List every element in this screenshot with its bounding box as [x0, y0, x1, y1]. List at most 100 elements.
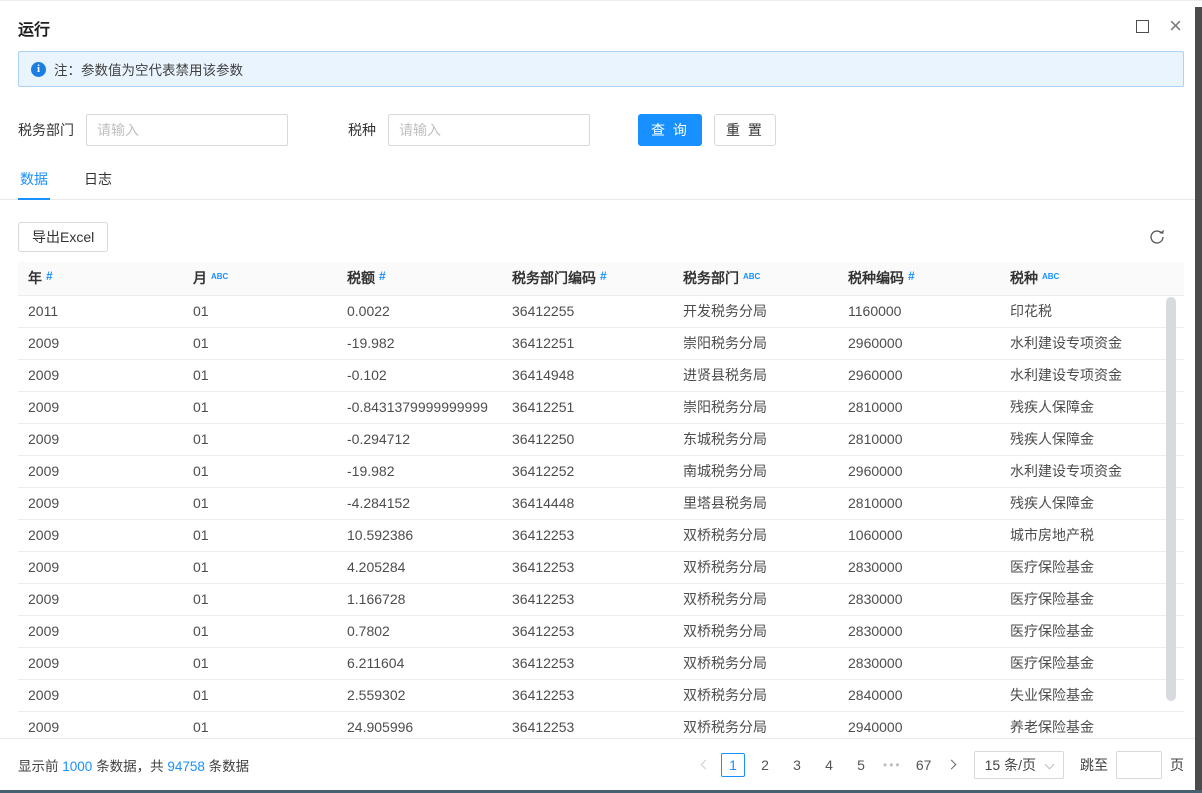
- table-cell: 2011: [18, 295, 193, 327]
- page-button-2[interactable]: 2: [753, 753, 777, 777]
- data-table: 年#月ABC税额#税务部门编码#税务部门ABC税种编码#税种ABC 201101…: [18, 262, 1184, 751]
- table-cell: 2830000: [848, 647, 1010, 679]
- table-cell: 01: [193, 647, 347, 679]
- page-button-1[interactable]: 1: [721, 753, 745, 777]
- table-cell: 36412251: [512, 327, 683, 359]
- column-header[interactable]: 年#: [18, 262, 193, 295]
- table-row: 200901-0.10236414948进贤县税务局2960000水利建设专项资…: [18, 359, 1184, 391]
- tax-department-input[interactable]: [86, 114, 288, 146]
- column-header[interactable]: 月ABC: [193, 262, 347, 295]
- page-button-3[interactable]: 3: [785, 753, 809, 777]
- table-cell: 印花税: [1010, 295, 1184, 327]
- table-row: 2009011.16672836412253双桥税务分局2830000医疗保险基…: [18, 583, 1184, 615]
- column-header[interactable]: 税务部门编码#: [512, 262, 683, 295]
- table-cell: 01: [193, 327, 347, 359]
- table-cell: 01: [193, 295, 347, 327]
- table-cell: 2009: [18, 455, 193, 487]
- notice-text: 注：参数值为空代表禁用该参数: [54, 59, 243, 79]
- table-row: 2009010.780236412253双桥税务分局2830000医疗保险基金: [18, 615, 1184, 647]
- table-cell: 2009: [18, 679, 193, 711]
- table-scrollbar-thumb[interactable]: [1166, 297, 1176, 701]
- numeric-type-icon: #: [379, 269, 386, 283]
- table-cell: 2830000: [848, 615, 1010, 647]
- table-cell: 医疗保险基金: [1010, 583, 1184, 615]
- table-cell: 2830000: [848, 551, 1010, 583]
- tax-type-input[interactable]: [388, 114, 590, 146]
- table-cell: 崇阳税务分局: [683, 391, 848, 423]
- table-cell: -4.284152: [347, 487, 512, 519]
- table-cell: -19.982: [347, 327, 512, 359]
- table-cell: 1.166728: [347, 583, 512, 615]
- filter-form: 税务部门 税种 查 询 重 置: [18, 114, 1184, 146]
- table-cell: 双桥税务分局: [683, 679, 848, 711]
- export-excel-button[interactable]: 导出Excel: [18, 222, 108, 252]
- table-cell: 2810000: [848, 423, 1010, 455]
- table-cell: 2009: [18, 583, 193, 615]
- table-cell: 2009: [18, 327, 193, 359]
- table-cell: 36412250: [512, 423, 683, 455]
- tab-log[interactable]: 日志: [82, 161, 114, 199]
- table-cell: 36412253: [512, 551, 683, 583]
- table-cell: -0.8431379999999999: [347, 391, 512, 423]
- column-header[interactable]: 税种编码#: [848, 262, 1010, 295]
- table-cell: 36412253: [512, 519, 683, 551]
- table-cell: 2009: [18, 647, 193, 679]
- close-icon[interactable]: ×: [1169, 19, 1182, 33]
- page-size-select[interactable]: 15 条/页: [974, 751, 1064, 779]
- table-cell: 6.211604: [347, 647, 512, 679]
- table-cell: 2009: [18, 551, 193, 583]
- table-cell: 医疗保险基金: [1010, 615, 1184, 647]
- table-cell: 36412252: [512, 455, 683, 487]
- page-button-5[interactable]: 5: [849, 753, 873, 777]
- next-page-button[interactable]: [940, 753, 964, 777]
- table-row: 200901-19.98236412252南城税务分局2960000水利建设专项…: [18, 455, 1184, 487]
- table-cell: 残疾人保障金: [1010, 391, 1184, 423]
- table-header-row: 年#月ABC税额#税务部门编码#税务部门ABC税种编码#税种ABC: [18, 262, 1184, 295]
- numeric-type-icon: #: [600, 269, 607, 283]
- table-cell: 失业保险基金: [1010, 679, 1184, 711]
- table-cell: 南城税务分局: [683, 455, 848, 487]
- more-pages-ellipsis[interactable]: •••: [883, 758, 902, 772]
- table-cell: 残疾人保障金: [1010, 487, 1184, 519]
- table-cell: 01: [193, 391, 347, 423]
- info-icon: i: [31, 62, 46, 77]
- numeric-type-icon: #: [908, 269, 915, 283]
- table-cell: 2009: [18, 391, 193, 423]
- table-cell: -0.294712: [347, 423, 512, 455]
- table-cell: 水利建设专项资金: [1010, 359, 1184, 391]
- chevron-left-icon: [700, 760, 710, 770]
- table-cell: 2810000: [848, 487, 1010, 519]
- shown-count: 1000: [62, 759, 92, 774]
- table-cell: 1160000: [848, 295, 1010, 327]
- table-cell: 36412253: [512, 583, 683, 615]
- table-cell: 进贤县税务局: [683, 359, 848, 391]
- prev-page-button[interactable]: [693, 753, 717, 777]
- reset-button[interactable]: 重 置: [714, 114, 776, 146]
- table-cell: -19.982: [347, 455, 512, 487]
- table-row: 2009012.55930236412253双桥税务分局2840000失业保险基…: [18, 679, 1184, 711]
- table-cell: 东城税务分局: [683, 423, 848, 455]
- table-cell: 双桥税务分局: [683, 551, 848, 583]
- maximize-icon[interactable]: [1136, 20, 1149, 33]
- column-header[interactable]: 税务部门ABC: [683, 262, 848, 295]
- table-row: 2009016.21160436412253双桥税务分局2830000医疗保险基…: [18, 647, 1184, 679]
- table-cell: 里塔县税务局: [683, 487, 848, 519]
- table-cell: 01: [193, 519, 347, 551]
- jump-to-label: 跳至: [1080, 755, 1108, 775]
- refresh-icon[interactable]: [1148, 228, 1166, 246]
- column-header[interactable]: 税种ABC: [1010, 262, 1184, 295]
- jump-page-input[interactable]: [1116, 751, 1162, 779]
- table-cell: 36412253: [512, 679, 683, 711]
- window-scrollbar[interactable]: [1195, 7, 1202, 793]
- column-header[interactable]: 税额#: [347, 262, 512, 295]
- page-button-4[interactable]: 4: [817, 753, 841, 777]
- table-cell: 01: [193, 423, 347, 455]
- table-cell: 36412253: [512, 615, 683, 647]
- page-unit-label: 页: [1170, 755, 1184, 775]
- query-button[interactable]: 查 询: [638, 114, 702, 146]
- table-cell: 1060000: [848, 519, 1010, 551]
- table-cell: 36414448: [512, 487, 683, 519]
- page-button-last[interactable]: 67: [912, 753, 936, 777]
- table-cell: 2960000: [848, 359, 1010, 391]
- tab-data[interactable]: 数据: [18, 161, 50, 199]
